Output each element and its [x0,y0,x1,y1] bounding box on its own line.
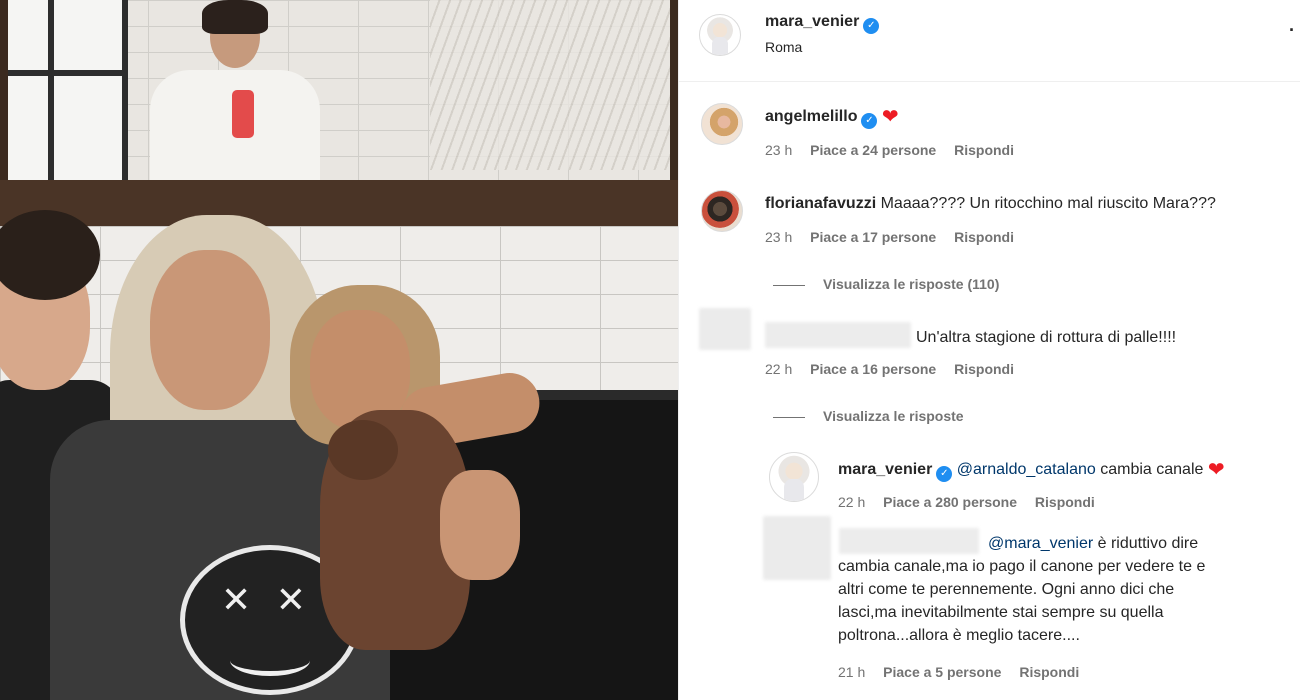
verified-badge-icon: ✓ [863,18,880,34]
reply-mara-venier: mara_venier ✓ @arnaldo_catalano cambia ca… [838,458,1225,482]
mirror-reflection-person [150,0,320,180]
comment-time[interactable]: 23 h [765,229,792,245]
comment-text: Maaaa???? Un ritocchino mal riuscito Mar… [880,195,1216,212]
reply-text-line: altri come te perennemente. Ogni anno di… [838,581,1175,598]
reply-text-line: cambia canale,ma io pago il canone per v… [838,558,1206,575]
view-replies-button[interactable]: Visualizza le risposte (110) [773,276,999,292]
reply-button[interactable]: Rispondi [1035,494,1095,510]
reply-meta: 22 h Piace a 280 persone Rispondi [838,494,1109,510]
reply-text-line: poltrona...allora è meglio tacere.... [838,627,1080,644]
mirror-window-reflection [8,0,128,180]
reply-likes[interactable]: Piace a 5 persone [883,664,1001,680]
commenter-avatar[interactable] [701,103,743,145]
comment-username[interactable]: angelmelillo [765,108,857,125]
comment-angelmelillo: angelmelillo ✓ ❤ [765,105,899,129]
reply-long-text: @mara_venier è riduttivo dire cambia can… [838,532,1278,647]
author-username[interactable]: mara_venier [765,13,859,30]
mirror-lettering [430,0,670,170]
reply-text: cambia canale [1100,461,1204,478]
author-username-row: mara_venier ✓ [765,13,880,34]
comment-time[interactable]: 23 h [765,142,792,158]
replies-divider-line [773,416,805,418]
comment-text: Un'altra stagione di rottura di palle!!!… [916,329,1177,346]
comment-likes[interactable]: Piace a 16 persone [810,361,936,377]
blurred-avatar[interactable] [699,308,751,350]
mirror-shelf [0,180,678,226]
verified-badge-icon: ✓ [936,466,953,482]
comment-meta: 23 h Piace a 17 persone Rispondi [765,229,1028,245]
comment-likes[interactable]: Piace a 24 persone [810,142,936,158]
reply-avatar[interactable] [769,452,819,502]
reply-likes[interactable]: Piace a 280 persone [883,494,1017,510]
comment-username[interactable]: florianafavuzzi [765,195,876,212]
comments-panel: mara_venier ✓ Roma · angelmelillo ✓ ❤ 23 h… [678,0,1300,700]
blurred-avatar[interactable] [763,516,831,580]
view-replies-label: Visualizza le risposte (110) [823,276,1000,292]
comment-meta: 23 h Piace a 24 persone Rispondi [765,142,1028,158]
comment-florianafavuzzi: florianafavuzzi Maaaa???? Un ritocchino … [765,192,1216,215]
reply-meta: 21 h Piace a 5 persone Rispondi [838,664,1093,680]
view-replies-label: Visualizza le risposte [823,408,964,424]
commenter-avatar[interactable] [701,190,743,232]
verified-badge-icon: ✓ [861,113,878,129]
heart-emoji-icon: ❤ [1207,457,1225,481]
center-person-face [150,250,270,410]
reply-text-line: è riduttivo dire [1097,535,1199,552]
reply-button[interactable]: Rispondi [1019,664,1079,680]
reply-mention[interactable]: @arnaldo_catalano [957,461,1096,478]
reply-button[interactable]: Rispondi [954,361,1014,377]
reply-text-line: lasci,ma inevitabilmente stai sempre su … [838,604,1164,621]
author-avatar[interactable] [699,14,741,56]
reflection-hair [202,0,268,34]
post-location[interactable]: Roma [765,39,802,55]
view-replies-button[interactable]: Visualizza le risposte [773,408,964,424]
reflection-phone [232,90,254,138]
comment-time[interactable]: 22 h [765,361,792,377]
reply-button[interactable]: Rispondi [954,142,1014,158]
holding-hand [440,470,520,580]
more-options-icon[interactable]: · [1289,20,1295,41]
comment-likes[interactable]: Piace a 17 persone [810,229,936,245]
post-header: mara_venier ✓ Roma · [679,0,1300,82]
reply-button[interactable]: Rispondi [954,229,1014,245]
reply-time[interactable]: 21 h [838,664,865,680]
heart-emoji-icon: ❤ [881,104,899,128]
blurred-username[interactable] [765,322,911,348]
comment-meta: 22 h Piace a 16 persone Rispondi [765,361,1028,377]
reply-mention[interactable]: @mara_venier [988,535,1093,552]
post-photo[interactable] [0,0,678,700]
replies-divider-line [773,284,805,286]
reply-time[interactable]: 22 h [838,494,865,510]
reply-username[interactable]: mara_venier [838,461,932,478]
